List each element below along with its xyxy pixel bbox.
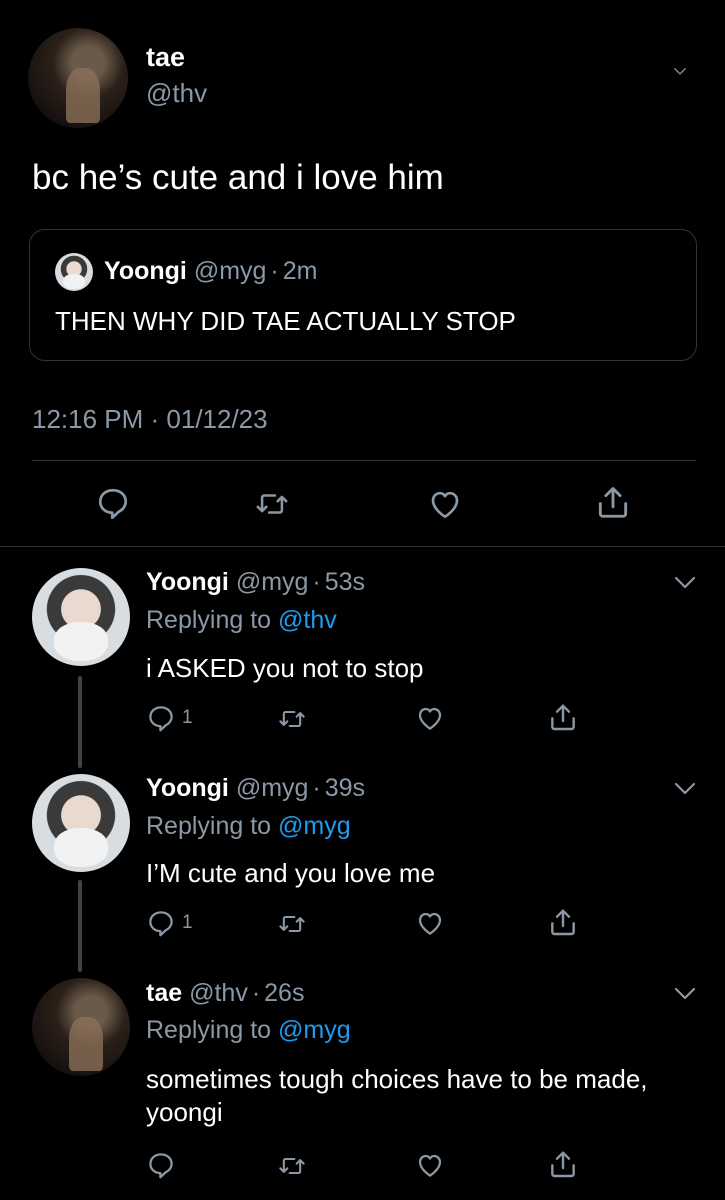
- chevron-down-icon: [674, 987, 696, 1000]
- reply-count: 1: [182, 912, 193, 933]
- separator-dot: ·: [312, 774, 321, 802]
- retweet-button[interactable]: [276, 1152, 308, 1180]
- thread-line: [78, 676, 82, 768]
- separator-dot: ·: [312, 568, 321, 596]
- more-options-button[interactable]: [673, 776, 697, 800]
- share-button[interactable]: [594, 483, 632, 521]
- replying-to-line: Replying to @myg: [146, 812, 351, 841]
- reply-time[interactable]: 26s: [264, 979, 304, 1007]
- share-icon: [551, 1151, 575, 1178]
- retweet-button[interactable]: [276, 705, 308, 733]
- retweet-icon: [279, 1157, 305, 1175]
- quote-time: 2m: [282, 257, 318, 285]
- like-button[interactable]: [415, 908, 445, 938]
- reply-count: 1: [182, 707, 193, 728]
- reply-icon: [98, 488, 128, 520]
- like-button[interactable]: [415, 703, 445, 733]
- reply-author-name[interactable]: tae: [146, 979, 182, 1007]
- like-button[interactable]: [427, 486, 463, 522]
- author-avatar[interactable]: [28, 28, 128, 128]
- reply-header: Yoongi @myg · 53s: [146, 568, 365, 597]
- retweet-button[interactable]: [276, 910, 308, 938]
- replying-to-link[interactable]: @myg: [278, 812, 351, 840]
- reply-button[interactable]: [146, 1150, 176, 1180]
- reply-text: sometimes tough choices have to be made,…: [146, 1064, 648, 1127]
- reply-avatar[interactable]: [32, 568, 130, 666]
- separator-dot: ·: [251, 979, 261, 1007]
- quote-author-name: Yoongi: [104, 257, 187, 285]
- replying-to-label: Replying to: [146, 1016, 272, 1044]
- retweet-icon: [279, 710, 305, 728]
- reply-author-name[interactable]: Yoongi: [146, 774, 229, 802]
- divider: [32, 460, 696, 461]
- chevron-down-icon: [674, 68, 686, 75]
- reply-author-name[interactable]: Yoongi: [146, 568, 229, 596]
- replying-to-label: Replying to: [146, 812, 272, 840]
- reply-author-handle[interactable]: @myg: [236, 774, 309, 802]
- retweet-icon: [256, 494, 288, 514]
- reply-text: I’M cute and you love me: [146, 858, 436, 888]
- more-options-button[interactable]: [673, 570, 697, 594]
- reply-avatar[interactable]: [32, 978, 130, 1076]
- replying-to-line: Replying to @myg: [146, 1016, 351, 1045]
- reply-time[interactable]: 53s: [325, 568, 365, 596]
- share-icon: [551, 909, 575, 936]
- reply-author-handle[interactable]: @myg: [236, 568, 309, 596]
- reply-header: Yoongi @myg · 39s: [146, 774, 365, 803]
- author-name[interactable]: tae: [146, 42, 185, 73]
- reply-text: i ASKED you not to stop: [146, 653, 424, 683]
- like-icon: [431, 491, 459, 519]
- reply-time[interactable]: 39s: [325, 774, 365, 802]
- reply-button[interactable]: [95, 485, 131, 521]
- quote-tweet-card[interactable]: [29, 229, 697, 361]
- retweet-button[interactable]: [253, 487, 291, 521]
- tweet-timestamp[interactable]: 12:16 PM · 01/12/23: [32, 404, 268, 435]
- reply-button[interactable]: 1: [146, 703, 193, 733]
- chevron-down-icon: [674, 576, 696, 589]
- reply-icon: [149, 911, 173, 937]
- retweet-icon: [279, 915, 305, 933]
- reply-author-handle[interactable]: @thv: [189, 979, 248, 1007]
- tweet-text: bc he’s cute and i love him: [32, 158, 444, 197]
- replying-to-link[interactable]: @thv: [278, 606, 337, 634]
- quote-author-avatar: [55, 253, 93, 291]
- more-options-button[interactable]: [673, 64, 687, 78]
- like-button[interactable]: [415, 1150, 445, 1180]
- share-button[interactable]: [547, 1148, 579, 1180]
- share-button[interactable]: [547, 906, 579, 938]
- author-handle[interactable]: @thv: [146, 78, 207, 109]
- share-icon: [551, 704, 575, 731]
- replying-to-label: Replying to: [146, 606, 272, 634]
- quote-text: THEN WHY DID TAE ACTUALLY STOP: [55, 306, 516, 336]
- quote-author-handle: @myg: [193, 257, 267, 285]
- replying-to-link[interactable]: @myg: [278, 1016, 351, 1044]
- separator-dot: ·: [270, 257, 279, 285]
- like-icon: [418, 912, 442, 935]
- section-divider: [0, 546, 725, 547]
- thread-line: [78, 880, 82, 972]
- chevron-down-icon: [674, 782, 696, 795]
- reply-button[interactable]: 1: [146, 908, 193, 938]
- more-options-button[interactable]: [673, 981, 697, 1005]
- replying-to-line: Replying to @thv: [146, 606, 337, 635]
- share-icon: [598, 487, 628, 518]
- quote-header: Yoongi @myg · 2m: [104, 257, 317, 286]
- like-icon: [418, 1154, 442, 1177]
- share-button[interactable]: [547, 701, 579, 733]
- reply-header: tae @thv · 26s: [146, 979, 304, 1008]
- like-icon: [418, 707, 442, 730]
- reply-avatar[interactable]: [32, 774, 130, 872]
- reply-icon: [149, 1153, 173, 1179]
- reply-icon: [149, 706, 173, 732]
